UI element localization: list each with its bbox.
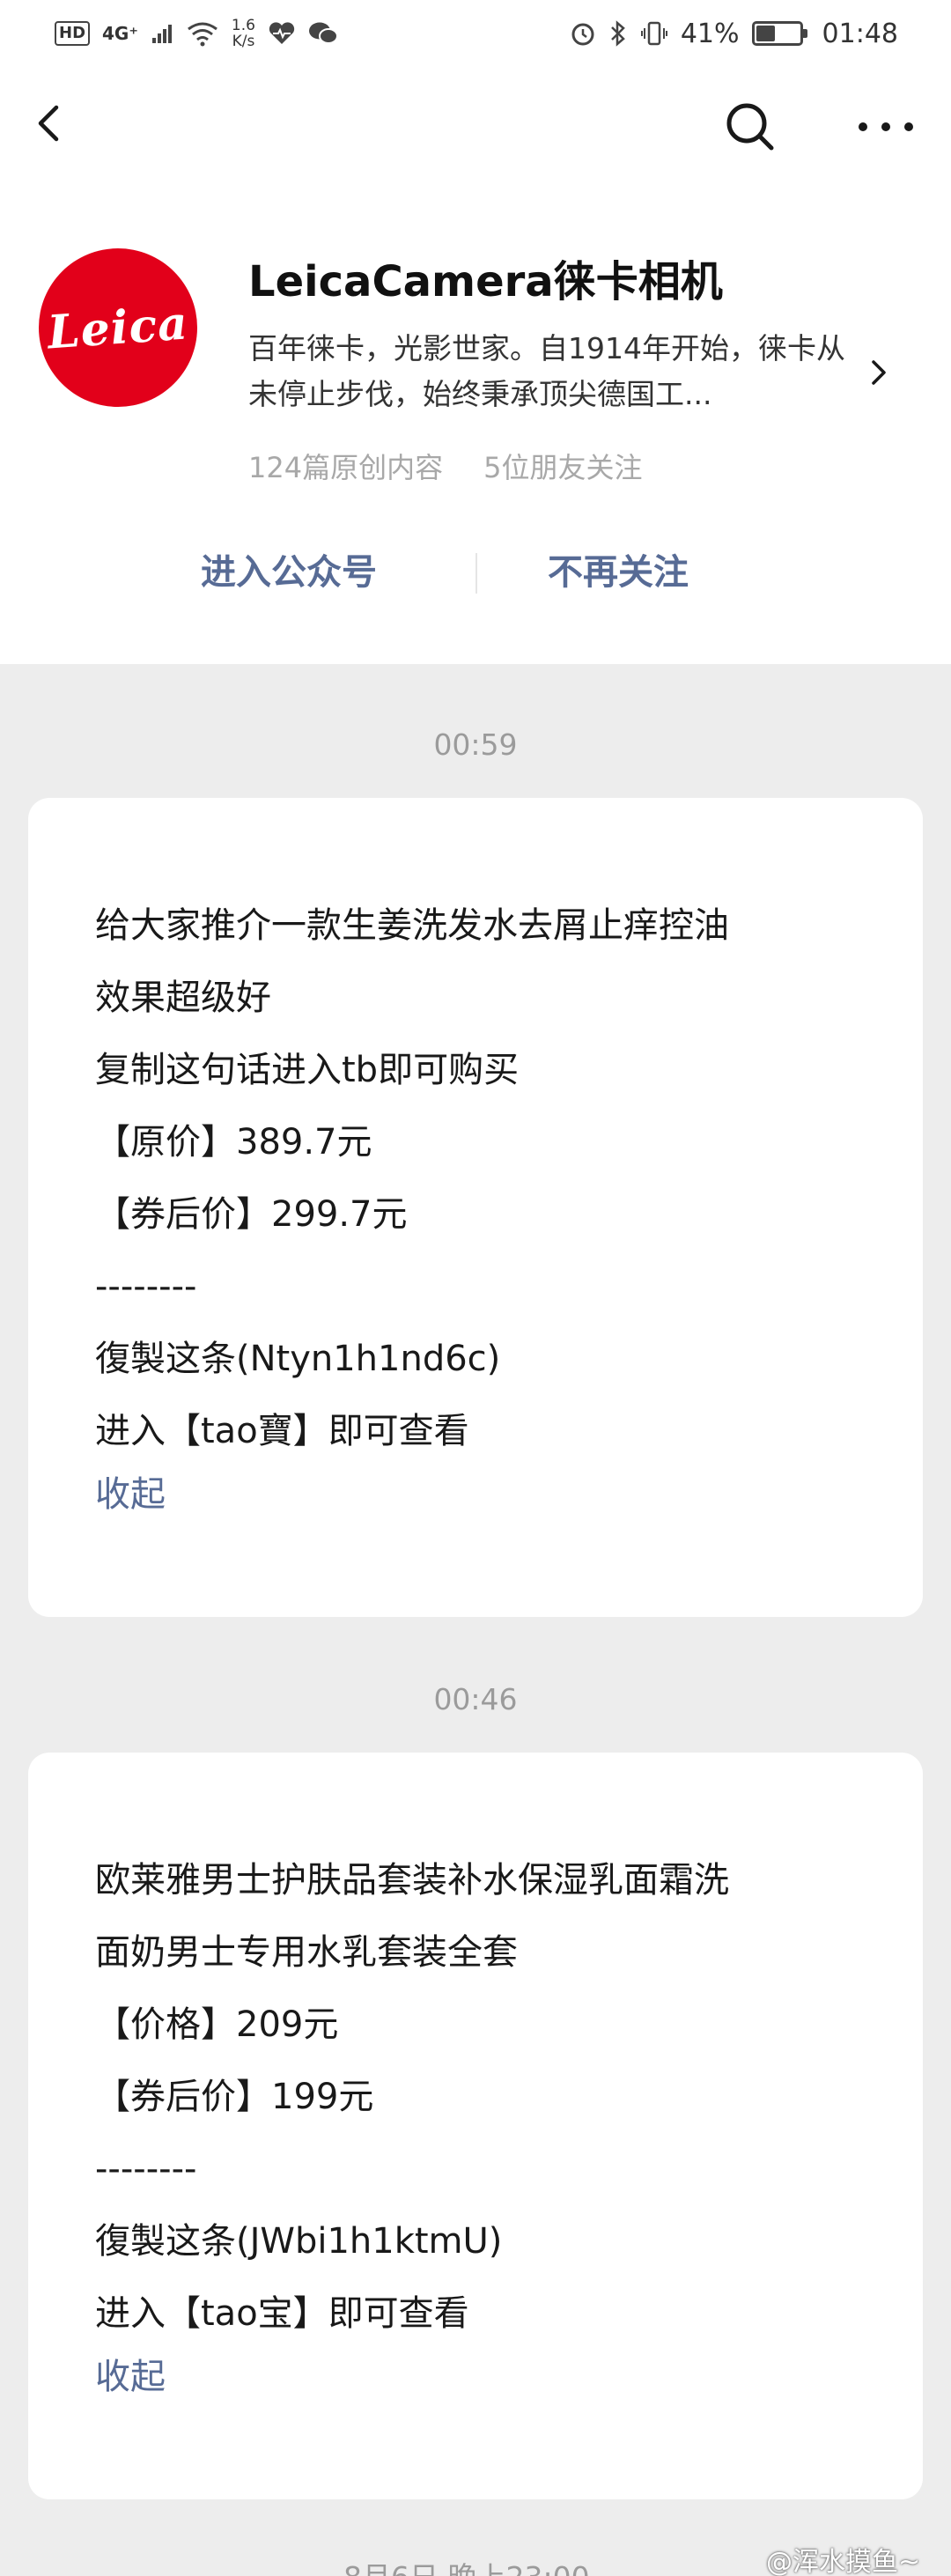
battery-percent: 41% [680, 18, 740, 49]
status-bar: HD 4G⁺ 1.6 K/s 41% 01:48 [0, 0, 951, 67]
wechat-icon [308, 22, 338, 44]
message-line: 【价格】209元 [95, 2004, 339, 2045]
watermark: @浑水摸鱼~ [766, 2547, 921, 2576]
hd-badge: HD [55, 21, 91, 46]
chevron-right-icon[interactable] [868, 357, 891, 388]
vibrate-icon [640, 21, 667, 46]
clock: 01:48 [822, 18, 898, 49]
battery-fill [756, 26, 775, 41]
message-body[interactable]: 给大家推介一款生姜洗发水去屑止痒控油 效果超级好 复制这句话进入tb即可购买 【… [95, 889, 870, 1522]
status-right: 41% 01:48 [570, 18, 898, 49]
message-line: 给大家推介一款生姜洗发水去屑止痒控油 [95, 905, 729, 946]
message-card: 欧莱雅男士护肤品套装补水保湿乳面霜洗 面奶男士专用水乳套装全套 【价格】209元… [28, 1753, 923, 2499]
message-line: 【券后价】299.7元 [95, 1194, 408, 1235]
account-description[interactable]: 百年徕卡，光影世家。自1914年开始，徕卡从未停止步伐，始终秉承顶尖德国工... [248, 326, 865, 417]
enter-account-button[interactable]: 进入公众号 [201, 537, 377, 608]
message-line: 进入【tao寶】即可查看 [95, 1411, 469, 1451]
message-card: 给大家推介一款生姜洗发水去屑止痒控油 效果超级好 复制这句话进入tb即可购买 【… [28, 798, 923, 1617]
alarm-icon [571, 23, 594, 46]
message-line: 復製这条(Ntyn1h1nd6c) [95, 1339, 501, 1379]
health-icon [269, 22, 295, 44]
unfollow-button[interactable]: 不再关注 [548, 537, 689, 608]
friends-following: 5位朋友关注 [483, 451, 643, 484]
status-left: HD 4G⁺ 1.6 K/s [55, 18, 338, 49]
network-speed-unit: K/s [232, 33, 255, 50]
wifi-icon [188, 22, 217, 47]
message-body[interactable]: 欧莱雅男士护肤品套装补水保湿乳面霜洗 面奶男士专用水乳套装全套 【价格】209元… [95, 1844, 870, 2404]
account-actions: 进入公众号 不再关注 [0, 537, 951, 608]
account-name: LeicaCamera徕卡相机 [248, 257, 723, 306]
message-line: 面奶男士专用水乳套装全套 [95, 1932, 518, 1973]
network-speed: 1.6 K/s [232, 18, 255, 49]
message-line: -------- [95, 1266, 197, 1307]
avatar[interactable]: Leica [39, 248, 197, 407]
network-label: 4G⁺ [102, 23, 138, 44]
nav-bar [0, 79, 951, 167]
message-line: 【原价】389.7元 [95, 1122, 372, 1163]
battery-icon [751, 21, 807, 46]
message-line: -------- [95, 2149, 197, 2189]
search-icon[interactable] [722, 99, 778, 155]
bluetooth-icon [610, 20, 625, 47]
message-line: 欧莱雅男士护肤品套装补水保湿乳面霜洗 [95, 1860, 729, 1901]
message-line: 【券后价】199元 [95, 2077, 374, 2117]
account-stats: 124篇原创内容 5位朋友关注 [248, 446, 642, 486]
signal-icon [151, 25, 172, 43]
collapse-link[interactable]: 收起 [95, 2350, 870, 2404]
message-line: 復製这条(JWbi1h1ktmU) [95, 2221, 503, 2262]
message-time: 00:59 [433, 727, 518, 762]
message-line: 复制这句话进入tb即可购买 [95, 1050, 520, 1090]
message-line: 进入【tao宝】即可查看 [95, 2293, 469, 2334]
original-count: 124篇原创内容 [248, 451, 444, 484]
next-message-time: 8月6日 晚上23:00 [343, 2554, 590, 2576]
leica-logo-text: Leica [46, 296, 190, 359]
action-divider [476, 553, 477, 594]
collapse-link[interactable]: 收起 [95, 1467, 870, 1522]
message-time: 00:46 [433, 1682, 518, 1716]
network-speed-value: 1.6 [231, 17, 255, 34]
message-line: 效果超级好 [95, 978, 271, 1018]
more-icon[interactable] [851, 102, 921, 151]
back-arrow-icon[interactable] [26, 99, 76, 148]
